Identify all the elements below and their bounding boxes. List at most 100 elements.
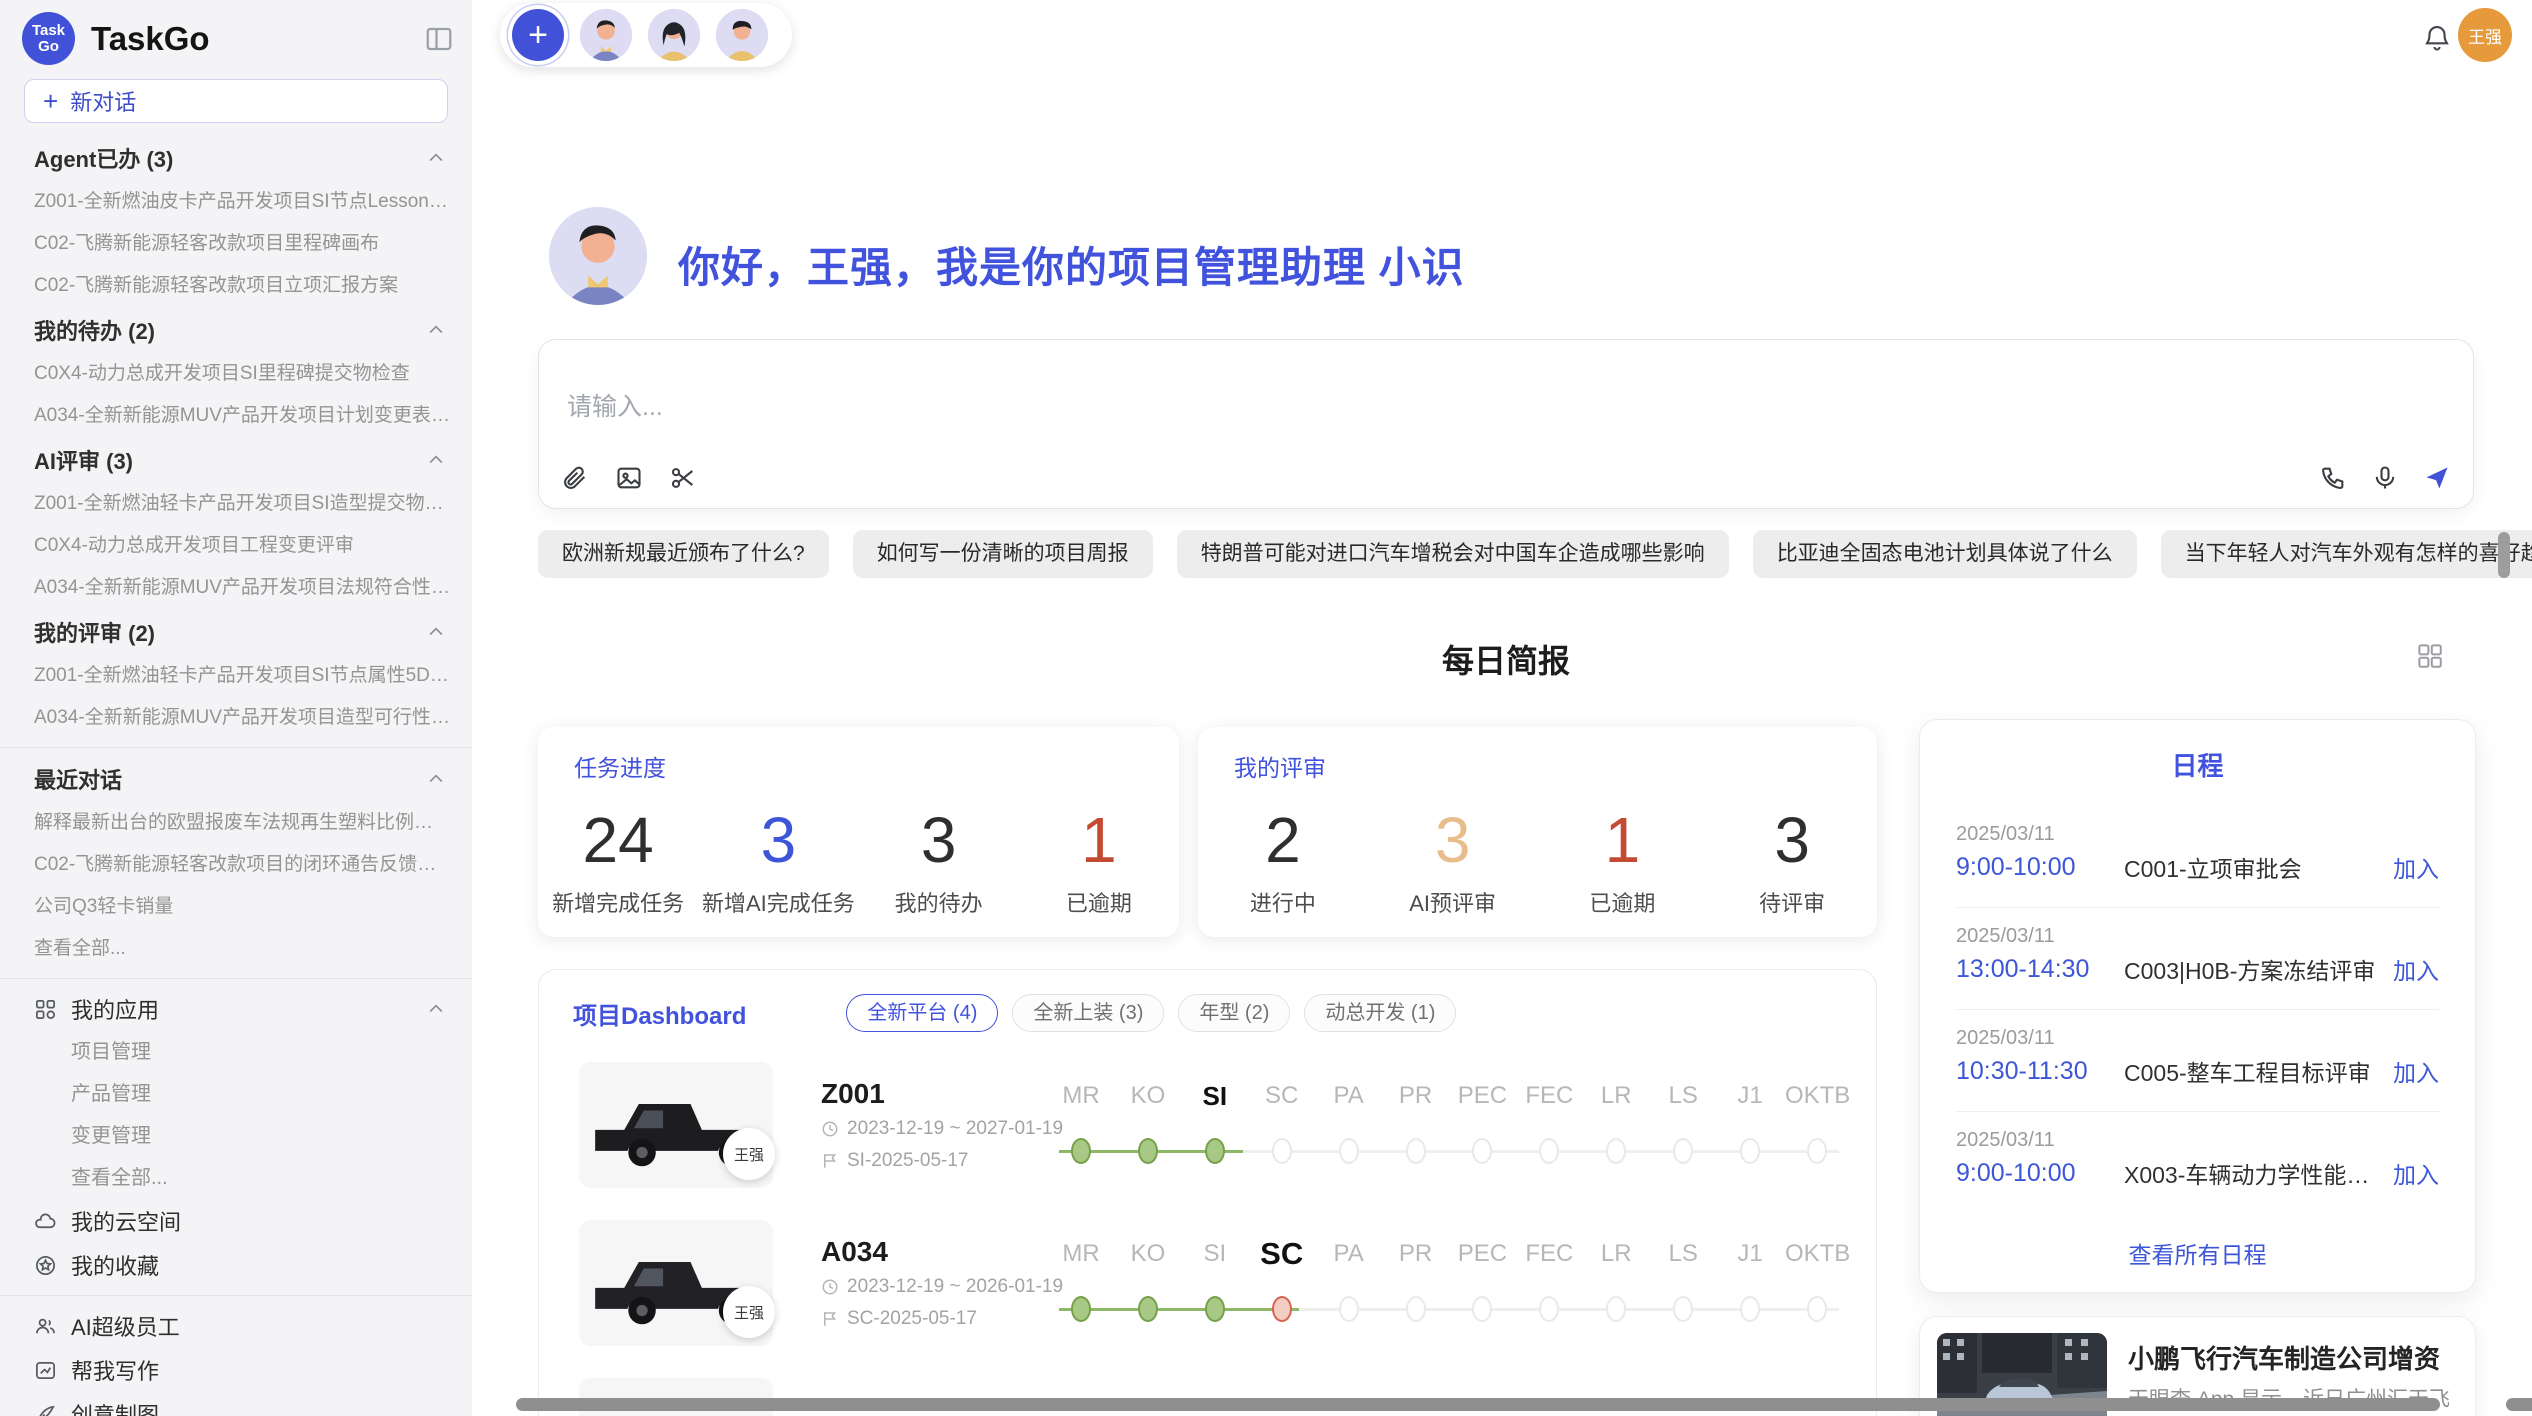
sidebar-item-my-apps[interactable]: 我的应用	[0, 987, 472, 1031]
schedule-date: 2025/03/11	[1956, 821, 2439, 847]
schedule-event-title: C001-立项审批会	[2124, 850, 2383, 884]
list-item[interactable]: C0X4-动力总成开发项目工程变更评审	[0, 525, 472, 567]
milestone-label-current: SI	[1183, 1074, 1247, 1118]
suggestion-chip[interactable]: 当下年轻人对汽车外观有怎样的喜好趋势	[2161, 530, 2532, 578]
join-link[interactable]: 加入	[2393, 1054, 2439, 1088]
milestone-label: OKTB	[1785, 1074, 1849, 1118]
logo-line1: Task	[32, 23, 65, 39]
section-ai-review[interactable]: AI评审 (3)	[0, 437, 472, 483]
daily-briefing-title: 每日简报	[538, 636, 2474, 682]
new-chat-button[interactable]: + 新对话	[24, 79, 448, 123]
suggestion-chip[interactable]: 欧洲新规最近颁布了什么?	[538, 530, 829, 578]
app-logo: Task Go	[22, 12, 75, 65]
avatar[interactable]	[716, 9, 768, 61]
join-link[interactable]: 加入	[2393, 850, 2439, 884]
write-icon	[34, 1359, 57, 1382]
milestone-label: LR	[1584, 1074, 1648, 1118]
milestone-dot	[1272, 1138, 1292, 1164]
image-icon[interactable]	[615, 464, 643, 492]
app-item-product-mgmt[interactable]: 产品管理	[0, 1073, 472, 1115]
horizontal-scrollbar-corner[interactable]	[2506, 1398, 2532, 1411]
stat-new-completed: 24 新增完成任务	[538, 789, 698, 937]
notification-bell-icon[interactable]	[2422, 22, 2452, 52]
layout-grid-icon[interactable]	[2416, 642, 2443, 669]
app-item-project-mgmt[interactable]: 项目管理	[0, 1031, 472, 1073]
app-item-change-mgmt[interactable]: 变更管理	[0, 1115, 472, 1157]
join-link[interactable]: 加入	[2393, 952, 2439, 986]
my-review-card: 我的评审 2 进行中 3 AI预评审 1 已逾期 3 待评审	[1198, 727, 1877, 937]
project-owner-badge: 王强	[723, 1128, 775, 1180]
message-composer	[538, 339, 2474, 509]
milestone-dot	[1606, 1296, 1626, 1322]
filter-tab[interactable]: 全新平台 (4)	[846, 994, 998, 1032]
sidebar-item-favorites[interactable]: 我的收藏	[0, 1243, 472, 1287]
grid-icon	[34, 998, 57, 1021]
list-item[interactable]: A034-全新新能源MUV产品开发项目计划变更表编写	[0, 395, 472, 437]
sidebar-header: Task Go TaskGo	[0, 0, 472, 73]
list-item[interactable]: Z001-全新燃油轻卡产品开发项目SI造型提交物评审	[0, 483, 472, 525]
project-flag-date: SC-2025-05-17	[847, 1308, 977, 1330]
milestone-label: OKTB	[1785, 1232, 1849, 1276]
chevron-up-icon	[426, 622, 446, 642]
list-item[interactable]: C02-飞腾新能源轻客改款项目里程碑画布	[0, 223, 472, 265]
milestone-dot	[1472, 1138, 1492, 1164]
schedule-date: 2025/03/11	[1956, 923, 2439, 949]
view-all-link[interactable]: 查看全部...	[0, 928, 472, 970]
project-row[interactable]: 王强 A034 2023-12-19 ~ 2026-01-19 SC-2025-…	[539, 1220, 1876, 1378]
section-my-review[interactable]: 我的评审 (2)	[0, 609, 472, 655]
filter-tab[interactable]: 全新上装 (3)	[1012, 994, 1164, 1032]
suggestion-chip[interactable]: 特朗普可能对进口汽车增税会对中国车企造成哪些影响	[1177, 530, 1729, 578]
sidebar-item-cloud-space[interactable]: 我的云空间	[0, 1199, 472, 1243]
view-all-schedule-link[interactable]: 查看所有日程	[1920, 1236, 2475, 1270]
stat-label: 已逾期	[1589, 886, 1655, 918]
assistant-avatar	[549, 207, 647, 305]
list-item[interactable]: 解释最新出台的欧盟报废车法规再生塑料比例被调至15%...	[0, 802, 472, 844]
suggestion-chip[interactable]: 如何写一份清晰的项目周报	[853, 530, 1153, 578]
sidebar-item-ai-super-staff[interactable]: AI超级员工	[0, 1304, 472, 1348]
filter-tab[interactable]: 动总开发 (1)	[1304, 994, 1456, 1032]
vertical-scrollbar-thumb[interactable]	[2498, 532, 2510, 578]
flag-icon	[821, 1310, 839, 1328]
list-item[interactable]: C0X4-动力总成开发项目SI里程碑提交物检查	[0, 353, 472, 395]
stat-overdue: 1 已逾期	[1538, 789, 1708, 937]
avatar[interactable]	[580, 9, 632, 61]
project-row[interactable]: 王强 Z001 2023-12-19 ~ 2027-01-19 SI-2025-…	[539, 1062, 1876, 1220]
chevron-up-icon	[426, 999, 446, 1019]
milestone-dot-done	[1205, 1138, 1225, 1164]
user-avatar[interactable]: 王强	[2458, 8, 2512, 62]
list-item[interactable]: Z001-全新燃油皮卡产品开发项目SI节点Lesson Learn报告	[0, 181, 472, 223]
sidebar-item-label: 我的云空间	[71, 1205, 181, 1237]
milestone-dot	[1673, 1296, 1693, 1322]
section-recent-chats[interactable]: 最近对话	[0, 756, 472, 802]
microphone-icon[interactable]	[2371, 464, 2399, 492]
avatar[interactable]	[648, 9, 700, 61]
horizontal-scrollbar[interactable]	[516, 1398, 2440, 1411]
sidebar-item-label: 帮我写作	[71, 1354, 159, 1386]
chat-input[interactable]	[565, 392, 2173, 423]
sidebar-item-creative-drawing[interactable]: 创意制图	[0, 1392, 472, 1416]
join-link[interactable]: 加入	[2393, 1156, 2439, 1190]
section-agent-done[interactable]: Agent已办 (3)	[0, 135, 472, 181]
milestone-label-current: SC	[1250, 1232, 1314, 1276]
view-all-link[interactable]: 查看全部...	[0, 1157, 472, 1199]
list-item[interactable]: Z001-全新燃油轻卡产品开发项目SI节点属性5D文件评审	[0, 655, 472, 697]
milestone-label: SC	[1250, 1074, 1314, 1118]
schedule-card: 日程 2025/03/11 9:00-10:00 C001-立项审批会 加入 2…	[1919, 719, 2476, 1293]
list-item[interactable]: C02-飞腾新能源轻客改款项目立项汇报方案	[0, 265, 472, 307]
milestone-dot-done	[1071, 1296, 1091, 1322]
dashboard-title: 项目Dashboard	[573, 996, 746, 1031]
suggestion-chip[interactable]: 比亚迪全固态电池计划具体说了什么	[1753, 530, 2137, 578]
sidebar-collapse-icon[interactable]	[424, 24, 454, 54]
add-agent-button[interactable]: +	[512, 9, 564, 61]
list-item[interactable]: A034-全新新能源MUV产品开发项目造型可行性评审	[0, 697, 472, 739]
list-item[interactable]: 公司Q3轻卡销量	[0, 886, 472, 928]
list-item[interactable]: A034-全新新能源MUV产品开发项目法规符合性评审	[0, 567, 472, 609]
filter-tab[interactable]: 年型 (2)	[1178, 994, 1290, 1032]
phone-icon[interactable]	[2319, 464, 2347, 492]
attachment-icon[interactable]	[561, 464, 589, 492]
scissors-icon[interactable]	[669, 464, 697, 492]
list-item[interactable]: C02-飞腾新能源轻客改款项目的闭环通告反馈情况	[0, 844, 472, 886]
section-my-todo[interactable]: 我的待办 (2)	[0, 307, 472, 353]
send-icon[interactable]	[2423, 464, 2451, 492]
sidebar-item-help-me-write[interactable]: 帮我写作	[0, 1348, 472, 1392]
